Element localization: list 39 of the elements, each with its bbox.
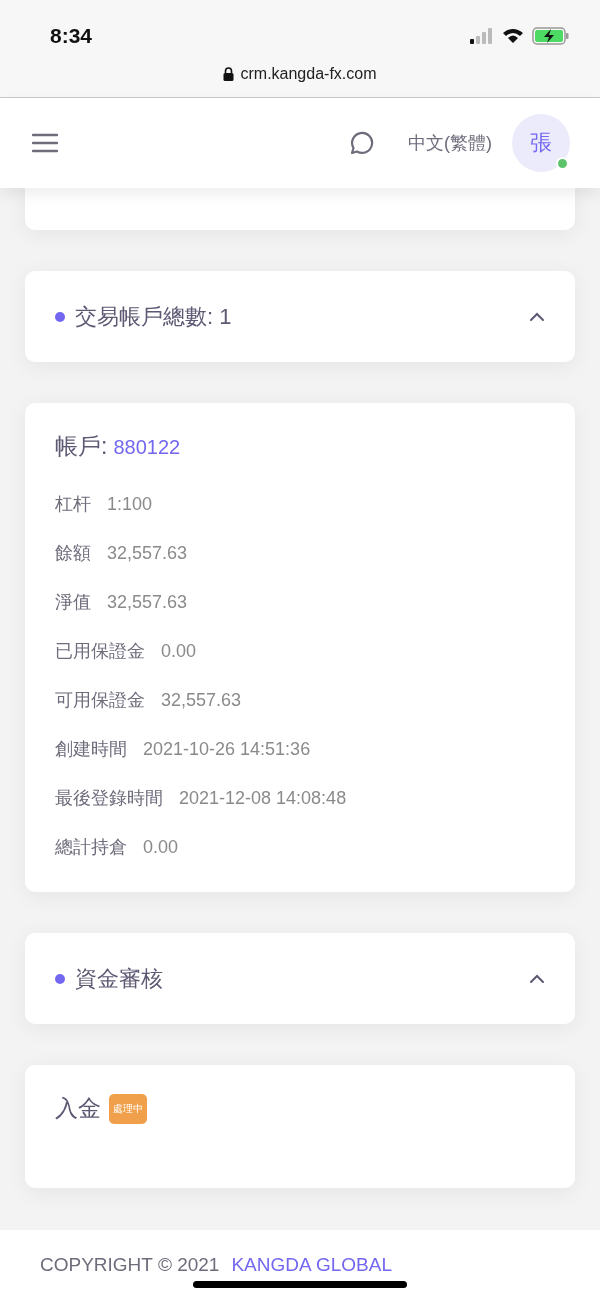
field-value: 32,557.63 [107,542,188,565]
language-selector[interactable]: 中文(繁體) [408,131,492,155]
field-label: 已用保證金 [55,640,145,663]
lock-icon [223,67,235,81]
company-link[interactable]: KANGDA GLOBAL [231,1253,392,1276]
field-label: 最後登錄時間 [55,787,163,810]
section-title: 交易帳戶總數: 1 [75,302,233,331]
section-header[interactable]: 資金審核 [25,933,575,1024]
field-value: 32,557.63 [161,689,242,712]
field-label: 可用保證金 [55,689,145,712]
account-label: 帳戶: [55,432,108,461]
user-avatar[interactable]: 張 [512,114,570,172]
field-label: 總計持倉 [55,836,127,859]
battery-icon [532,27,570,45]
account-number-link[interactable]: 880122 [113,436,181,459]
address-bar-url[interactable]: crm.kangda-fx.com [240,65,377,83]
field-value: 0.00 [161,640,197,663]
field-value: 1:100 [107,493,153,516]
bullet-dot-icon [55,311,65,322]
wifi-icon [502,28,524,44]
field-value: 2021-10-26 14:51:36 [143,738,311,761]
field-value: 0.00 [143,836,179,859]
signal-icon [470,28,494,44]
chevron-up-icon[interactable] [529,311,545,322]
field-value: 2021-12-08 14:08:48 [179,787,347,810]
menu-icon[interactable] [32,133,58,153]
deposit-title: 入金 [55,1094,101,1123]
field-value: 32,557.63 [107,591,188,614]
status-time: 8:34 [50,24,93,48]
section-title: 資金審核 [75,964,164,993]
copyright-text: COPYRIGHT © 2021 [40,1253,220,1276]
field-label: 杠杆 [55,493,91,516]
bullet-dot-icon [55,973,65,984]
status-badge: 處理中 [109,1093,147,1124]
chevron-up-icon[interactable] [529,973,545,984]
field-label: 創建時間 [55,738,127,761]
field-label: 餘額 [55,542,91,565]
section-header[interactable]: 交易帳戶總數: 1 [25,271,575,362]
field-label: 淨值 [55,591,91,614]
